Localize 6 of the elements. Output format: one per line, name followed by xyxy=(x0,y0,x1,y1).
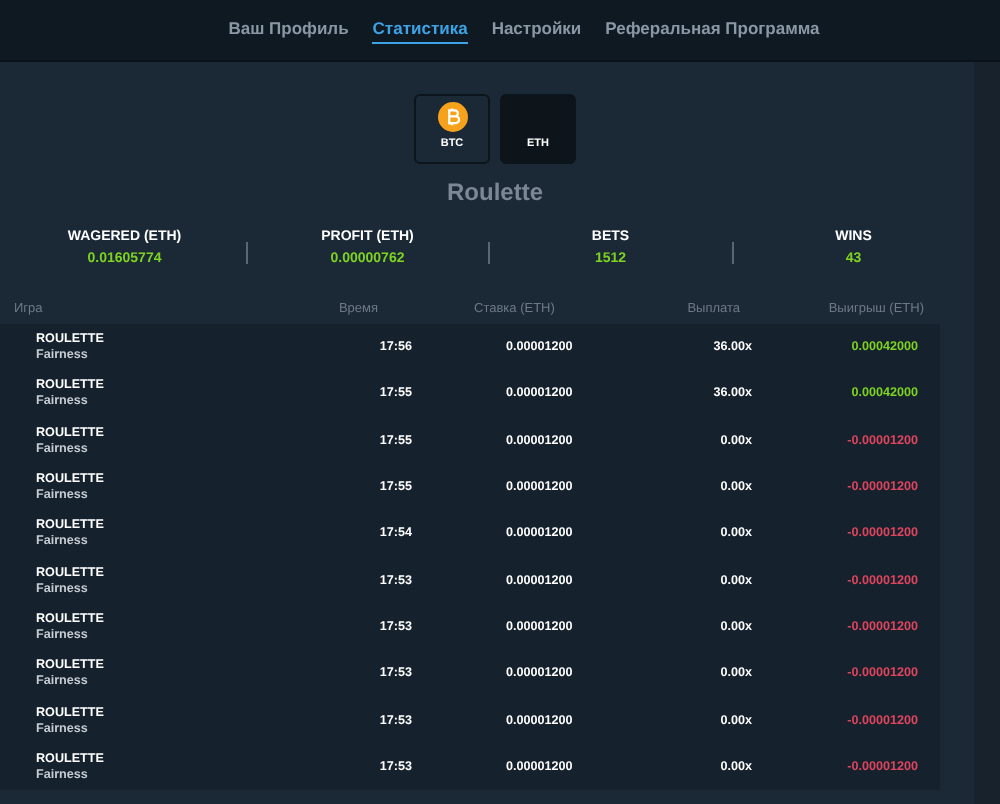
nav-tab[interactable]: Статистика xyxy=(372,16,468,44)
nav-tab[interactable]: Реферальная Программа xyxy=(605,16,820,44)
bitcoin-icon xyxy=(437,102,467,132)
game-title: Roulette xyxy=(445,178,545,206)
nav-tab[interactable]: Ваш Профиль xyxy=(228,16,349,44)
nav-tab[interactable]: Настройки xyxy=(491,16,582,44)
